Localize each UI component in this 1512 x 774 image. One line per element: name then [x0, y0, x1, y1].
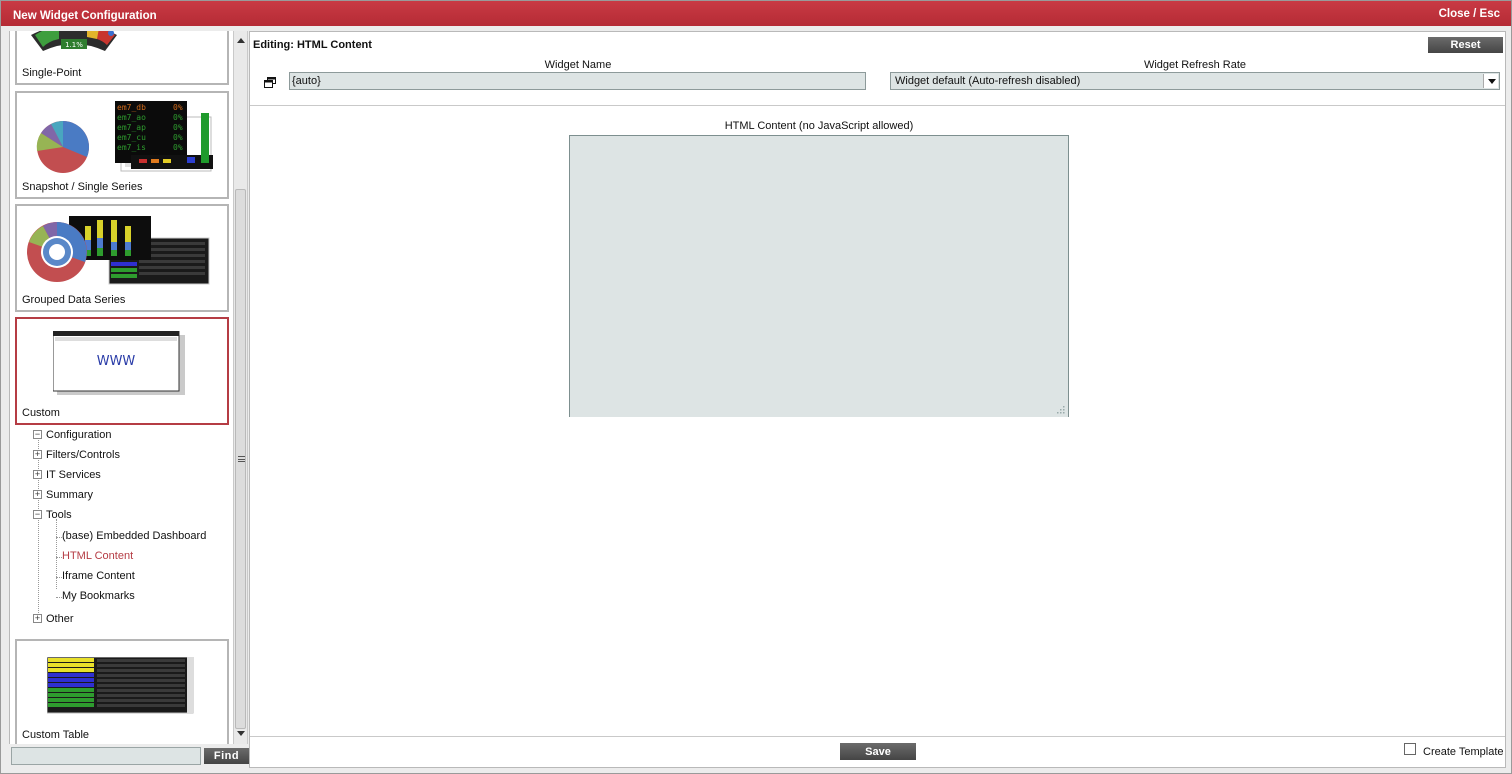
widget-card-custom-table[interactable]: Custom Table — [15, 639, 229, 744]
card-label: Custom Table — [22, 729, 90, 741]
tree-group-label: Summary — [46, 489, 94, 501]
card-label: Single-Point — [22, 67, 82, 79]
scroll-down-icon[interactable] — [237, 731, 245, 736]
refresh-rate-select[interactable]: Widget default (Auto-refresh disabled) — [890, 72, 1500, 90]
svg-text:0%: 0% — [173, 103, 183, 112]
svg-text:0%: 0% — [173, 123, 183, 132]
popout-window-icon[interactable] — [264, 77, 276, 88]
widget-type-panel: 1.1% Single-Point em7_db em7_ao em7_ap e… — [9, 31, 233, 744]
widget-config-window: New Widget Configuration Close / Esc 1.1… — [0, 0, 1512, 774]
expand-icon[interactable]: + — [33, 470, 42, 479]
tree-item-embedded-dashboard[interactable]: (base) Embedded Dashboard — [62, 530, 206, 542]
tree-group-label: IT Services — [46, 469, 101, 481]
resize-handle-icon[interactable] — [1055, 404, 1065, 414]
editing-title: Editing: HTML Content — [253, 39, 372, 51]
tree-item-my-bookmarks[interactable]: My Bookmarks — [62, 590, 135, 602]
snapshot-thumbnail: em7_db em7_ao em7_ap em7_cu em7_is 0% 0%… — [36, 101, 213, 173]
custom-table-thumbnail — [47, 657, 194, 714]
card-label: Grouped Data Series — [22, 294, 126, 306]
create-template-checkbox[interactable] — [1404, 743, 1416, 755]
find-button[interactable]: Find — [204, 748, 249, 764]
collapse-icon[interactable]: − — [33, 430, 42, 439]
tree-group-label: Other — [46, 613, 74, 625]
svg-text:em7_db: em7_db — [117, 103, 146, 112]
widget-card-single-point[interactable]: 1.1% Single-Point — [15, 31, 229, 85]
left-panel-scrollbar[interactable] — [233, 31, 248, 744]
tree-group-label: Configuration — [46, 429, 112, 441]
create-template-label: Create Template — [1423, 746, 1504, 758]
title-bar: New Widget Configuration Close / Esc — [1, 1, 1511, 26]
svg-text:em7_ap: em7_ap — [117, 123, 146, 132]
svg-text:em7_is: em7_is — [117, 143, 146, 152]
svg-text:1.1%: 1.1% — [65, 41, 83, 49]
tree-item-html-content[interactable]: HTML Content — [62, 550, 133, 562]
close-button[interactable]: Close / Esc — [1439, 8, 1500, 20]
editor-panel: Editing: HTML Content Reset Widget Name … — [249, 31, 1506, 768]
grouped-series-thumbnail — [27, 216, 210, 285]
expand-icon[interactable]: + — [33, 490, 42, 499]
tree-group-label: Filters/Controls — [46, 449, 120, 461]
custom-browser-thumbnail: WWW — [53, 331, 185, 395]
tree-item-iframe-content[interactable]: Iframe Content — [62, 570, 135, 582]
svg-text:0%: 0% — [173, 113, 183, 122]
svg-text:em7_cu: em7_cu — [117, 133, 146, 142]
collapse-icon[interactable]: − — [33, 510, 42, 519]
html-content-textarea[interactable] — [569, 135, 1069, 417]
scroll-up-icon[interactable] — [237, 38, 245, 43]
save-button[interactable]: Save — [840, 743, 916, 760]
expand-icon[interactable]: + — [33, 450, 42, 459]
widget-card-snapshot-single-series[interactable]: em7_db em7_ao em7_ap em7_cu em7_is 0% 0%… — [15, 91, 229, 199]
reset-button[interactable]: Reset — [1428, 37, 1503, 53]
find-input[interactable] — [11, 747, 201, 765]
html-content-label: HTML Content (no JavaScript allowed) — [724, 120, 914, 132]
refresh-rate-value: Widget default (Auto-refresh disabled) — [895, 75, 1081, 87]
widget-card-custom[interactable]: WWW Custom — [15, 317, 229, 425]
widget-name-input[interactable] — [289, 72, 866, 90]
scroll-thumb[interactable] — [235, 189, 246, 729]
window-title: New Widget Configuration — [13, 10, 157, 22]
svg-text:0%: 0% — [173, 143, 183, 152]
tree-group-label: Tools — [46, 509, 72, 521]
grip-icon — [238, 456, 245, 462]
expand-icon[interactable]: + — [33, 614, 42, 623]
chevron-down-icon[interactable] — [1483, 74, 1498, 88]
card-label: Snapshot / Single Series — [22, 181, 143, 193]
gauge-thumbnail: 1.1% — [31, 31, 117, 51]
card-label: Custom — [22, 407, 60, 419]
svg-text:WWW: WWW — [97, 354, 136, 369]
widget-card-grouped-data-series[interactable]: Grouped Data Series — [15, 204, 229, 312]
svg-text:em7_ao: em7_ao — [117, 113, 146, 122]
footer-divider — [250, 736, 1505, 737]
widget-name-label: Widget Name — [544, 59, 612, 71]
svg-text:0%: 0% — [173, 133, 183, 142]
header-divider — [250, 105, 1505, 106]
refresh-rate-label: Widget Refresh Rate — [1143, 59, 1247, 71]
